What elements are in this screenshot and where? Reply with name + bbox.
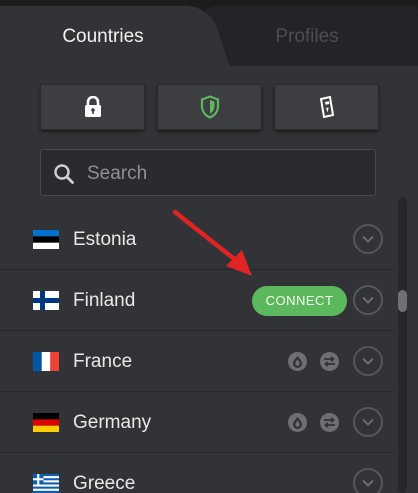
country-name: Estonia	[73, 229, 137, 250]
secure-core-card-icon	[319, 96, 334, 118]
chevron-down-icon	[362, 479, 374, 487]
expand-chevron-button[interactable]	[353, 285, 383, 315]
tab-countries[interactable]: Countries	[30, 6, 176, 68]
search-input[interactable]	[85, 150, 369, 197]
country-row-greece[interactable]: Greece	[0, 453, 393, 493]
greece-flag-icon	[33, 474, 59, 493]
p2p-arrows-icon	[320, 413, 339, 432]
p2p-arrows-icon	[320, 352, 339, 371]
expand-chevron-button[interactable]	[353, 224, 383, 254]
netshield-card-button[interactable]	[274, 84, 379, 130]
vpn-app-window: Profiles Countries Search Estonia Finlan…	[0, 0, 418, 493]
search-box[interactable]	[40, 149, 376, 197]
country-name: France	[73, 351, 133, 372]
country-row-germany[interactable]: Germany	[0, 392, 393, 453]
france-flag-icon	[33, 352, 59, 371]
search-icon	[54, 164, 74, 184]
scrollbar-thumb[interactable]	[398, 290, 407, 312]
lock-icon	[84, 96, 101, 117]
country-row-france[interactable]: France	[0, 331, 393, 392]
finland-flag-icon	[33, 291, 59, 310]
country-name: Germany	[73, 412, 152, 433]
country-list: Estonia Finland CONNECT France Germany G…	[0, 209, 393, 493]
tor-onion-icon	[288, 352, 307, 371]
chevron-down-icon	[362, 296, 374, 304]
shield-icon	[200, 95, 219, 119]
connect-button[interactable]: CONNECT	[252, 286, 347, 316]
country-name: Finland	[73, 290, 136, 311]
countries-panel: Estonia Finland CONNECT	[0, 66, 418, 493]
list-scrollbar[interactable]	[398, 197, 407, 493]
secure-core-shield-button[interactable]	[157, 84, 262, 130]
country-row-estonia[interactable]: Estonia	[0, 209, 393, 270]
chevron-down-icon	[362, 235, 374, 243]
expand-chevron-button[interactable]	[353, 346, 383, 376]
country-row-finland[interactable]: Finland CONNECT	[0, 270, 393, 331]
country-name: Greece	[73, 473, 136, 493]
chevron-down-icon	[362, 357, 374, 365]
chevron-down-icon	[362, 418, 374, 426]
tab-profiles[interactable]: Profiles	[232, 6, 382, 68]
expand-chevron-button[interactable]	[353, 468, 383, 493]
tor-onion-icon	[288, 413, 307, 432]
lock-button[interactable]	[40, 84, 145, 130]
expand-chevron-button[interactable]	[353, 407, 383, 437]
germany-flag-icon	[33, 413, 59, 432]
estonia-flag-icon	[33, 230, 59, 249]
